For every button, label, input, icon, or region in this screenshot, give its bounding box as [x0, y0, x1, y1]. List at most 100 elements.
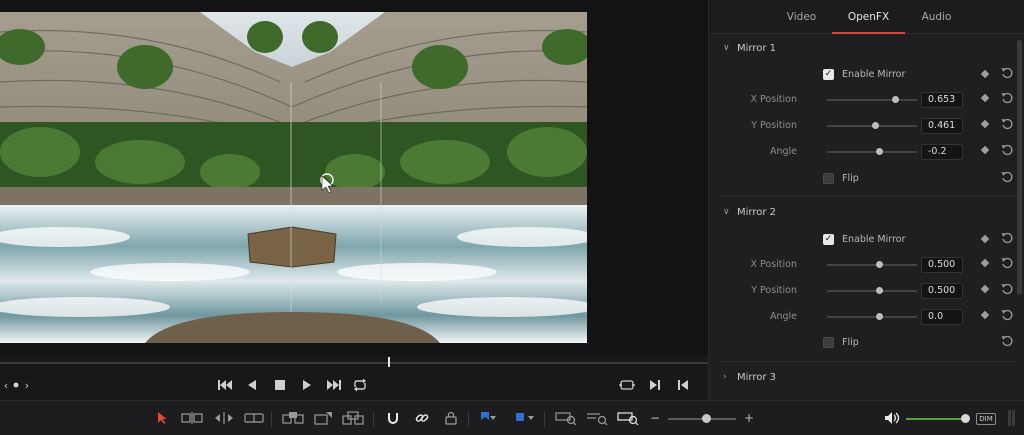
keyframe-icon[interactable]	[980, 310, 990, 320]
section-header-mirror-1[interactable]: ∨ Mirror 1	[723, 40, 776, 56]
scrubber-track[interactable]	[0, 362, 708, 364]
volume-icon[interactable]	[884, 410, 900, 426]
param-value-field[interactable]: 0.500	[921, 283, 963, 299]
checkbox-label: Flip	[842, 172, 859, 184]
trim-tool-icon[interactable]	[180, 410, 204, 426]
slider-knob[interactable]	[876, 261, 884, 268]
param-row: Y Position 0.461	[709, 118, 1024, 134]
keyframe-icon[interactable]	[980, 119, 990, 129]
volume-slider-knob[interactable]	[961, 414, 970, 423]
overwrite-clip-icon[interactable]	[312, 410, 334, 426]
tab-video[interactable]: Video	[779, 0, 824, 34]
param-slider[interactable]	[827, 313, 917, 320]
marker-icon[interactable]	[513, 410, 537, 426]
flip-mirror-2-checkbox[interactable]	[823, 336, 834, 348]
param-slider[interactable]	[827, 122, 917, 129]
keyframe-icon[interactable]	[980, 258, 990, 268]
viewer	[0, 0, 708, 356]
prev-edit-icon[interactable]	[676, 376, 690, 394]
volume-slider[interactable]	[906, 418, 964, 420]
param-value-field[interactable]: -0.2	[921, 144, 963, 160]
param-label: X Position	[750, 94, 797, 105]
custom-zoom-icon[interactable]	[616, 410, 640, 426]
tab-openfx[interactable]: OpenFX	[832, 0, 905, 34]
section-header-mirror-3[interactable]: › Mirror 3	[723, 369, 776, 385]
slider-knob[interactable]	[876, 313, 884, 320]
nav-prev-icon[interactable]: ‹	[2, 376, 10, 394]
param-label: Y Position	[751, 285, 797, 296]
divider	[468, 411, 469, 427]
param-slider[interactable]	[827, 148, 917, 155]
reset-icon[interactable]	[1001, 335, 1015, 349]
param-value-field[interactable]: 0.653	[921, 92, 963, 108]
slider-knob[interactable]	[871, 122, 879, 129]
divider	[544, 411, 545, 427]
slider-knob[interactable]	[876, 287, 884, 294]
blade-tool-icon[interactable]	[243, 410, 265, 426]
flip-mirror-1-checkbox[interactable]	[823, 172, 834, 184]
loop-icon[interactable]	[351, 376, 369, 394]
reset-icon[interactable]	[1001, 171, 1015, 185]
enable-mirror-1-checkbox[interactable]: ✓	[823, 68, 834, 80]
reset-icon[interactable]	[1001, 257, 1015, 271]
param-slider[interactable]	[827, 96, 917, 103]
keyframe-icon[interactable]	[980, 145, 990, 155]
playhead[interactable]	[388, 357, 390, 367]
chevron-right-icon: ›	[723, 372, 727, 382]
checkbox-label: Flip	[842, 336, 859, 348]
stop-icon[interactable]	[273, 376, 287, 394]
scrubber-bar[interactable]	[0, 356, 708, 370]
section-title: Mirror 3	[737, 371, 777, 383]
next-edit-icon[interactable]	[648, 376, 662, 394]
keyframe-icon[interactable]	[980, 69, 990, 79]
divider	[717, 196, 1017, 197]
slider-knob[interactable]	[891, 96, 899, 103]
param-value-field[interactable]: 0.0	[921, 309, 963, 325]
viewer-frame[interactable]	[0, 12, 587, 343]
keyframe-icon[interactable]	[980, 93, 990, 103]
reset-icon[interactable]	[1001, 67, 1015, 81]
jump-to-start-icon[interactable]	[216, 376, 234, 394]
param-label: Y Position	[751, 120, 797, 131]
replace-clip-icon[interactable]	[341, 410, 365, 426]
param-slider[interactable]	[827, 287, 917, 294]
enable-mirror-2-checkbox[interactable]: ✓	[823, 233, 834, 245]
transport-controls: ‹ ›	[0, 370, 708, 400]
dynamic-trim-icon[interactable]	[212, 410, 236, 426]
flip-mirror-2-row: Flip	[823, 335, 859, 349]
reset-icon[interactable]	[1001, 118, 1015, 132]
flag-icon[interactable]	[478, 410, 498, 426]
jump-to-end-icon[interactable]	[325, 376, 343, 394]
reset-icon[interactable]	[1001, 232, 1015, 246]
full-extent-zoom-icon[interactable]	[554, 410, 578, 426]
section-header-mirror-2[interactable]: ∨ Mirror 2	[723, 204, 776, 220]
selection-tool-icon[interactable]	[155, 410, 169, 426]
nav-next-icon[interactable]: ›	[23, 376, 31, 394]
nav-dot-icon[interactable]	[12, 376, 20, 394]
tab-audio[interactable]: Audio	[914, 0, 959, 34]
reset-icon[interactable]	[1001, 309, 1015, 323]
param-slider[interactable]	[827, 261, 917, 268]
reset-icon[interactable]	[1001, 144, 1015, 158]
reset-icon[interactable]	[1001, 92, 1015, 106]
slider-knob[interactable]	[876, 148, 884, 155]
lock-icon[interactable]	[443, 410, 459, 426]
insert-clip-icon[interactable]	[281, 410, 305, 426]
reset-icon[interactable]	[1001, 283, 1015, 297]
play-icon[interactable]	[300, 376, 314, 394]
keyframe-icon[interactable]	[980, 284, 990, 294]
zoom-slider-knob[interactable]	[702, 414, 711, 423]
param-value-field[interactable]: 0.500	[921, 257, 963, 273]
linked-selection-icon[interactable]	[414, 410, 430, 426]
match-frame-icon[interactable]	[618, 376, 636, 394]
param-row: X Position 0.500	[709, 257, 1024, 273]
zoom-out-button[interactable]: −	[650, 410, 660, 426]
param-row: Angle 0.0	[709, 309, 1024, 325]
zoom-in-button[interactable]: +	[744, 410, 754, 426]
snapping-icon[interactable]	[385, 410, 401, 426]
play-reverse-icon[interactable]	[245, 376, 259, 394]
detail-zoom-icon[interactable]	[585, 410, 609, 426]
dim-button[interactable]: DIM	[976, 413, 996, 425]
param-value-field[interactable]: 0.461	[921, 118, 963, 134]
keyframe-icon[interactable]	[980, 234, 990, 244]
